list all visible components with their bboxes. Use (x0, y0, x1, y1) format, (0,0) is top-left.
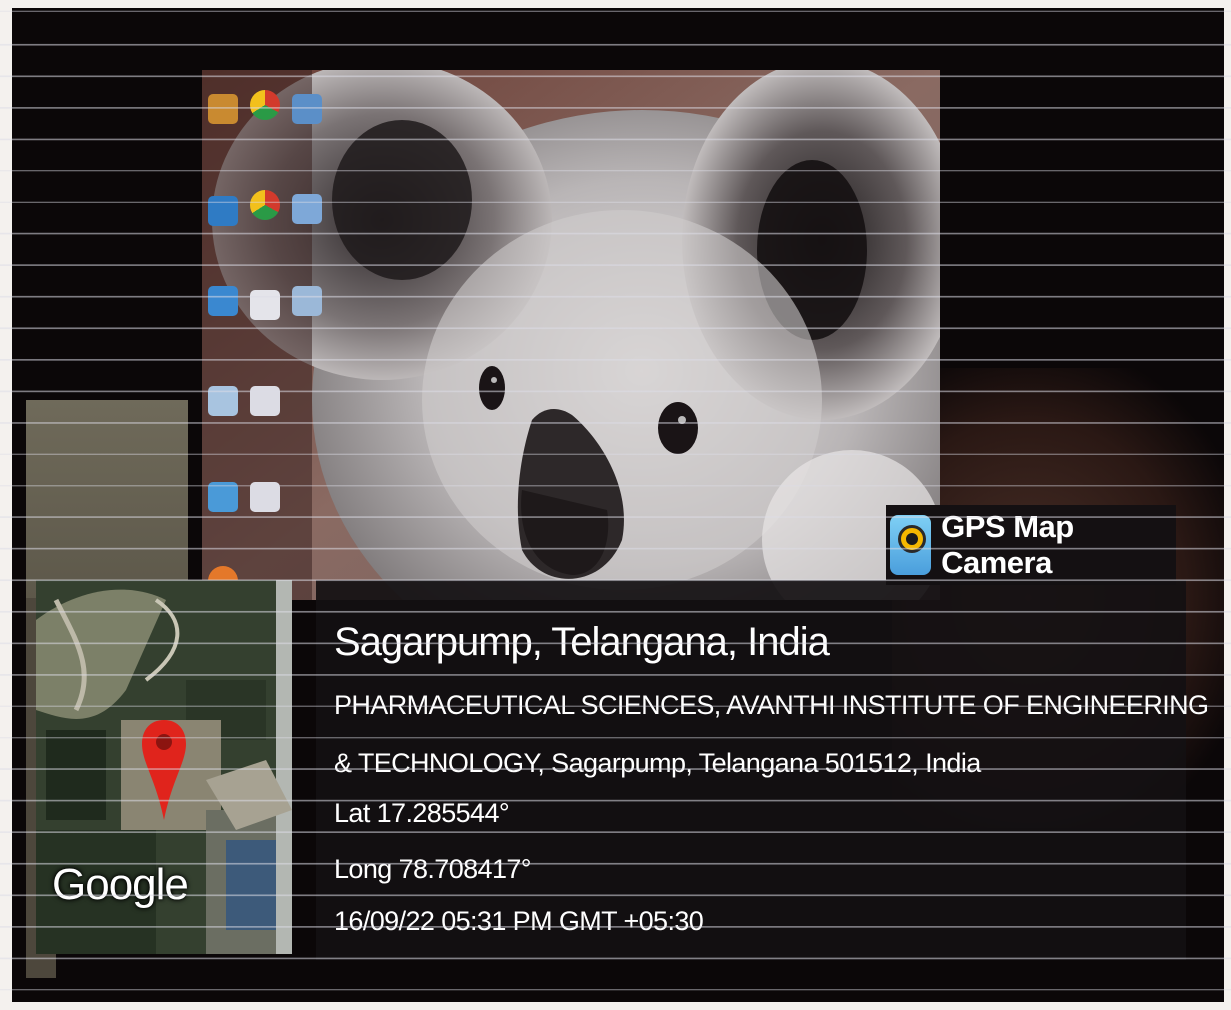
chrome-icon (250, 190, 280, 220)
desktop-icons-column (206, 86, 326, 596)
gps-map-camera-badge: GPS Map Camera (886, 505, 1176, 585)
latitude-label: Lat 17.285544° (334, 798, 510, 828)
monitor-screen-photo (202, 70, 940, 600)
folder-icon (208, 94, 238, 124)
app-name-label: GPS Map Camera (941, 509, 1074, 580)
satellite-map-thumbnail: Google (36, 580, 292, 954)
location-title: Sagarpump, Telangana, India (334, 620, 830, 664)
location-pin-icon (142, 720, 186, 820)
chrome-icon (250, 90, 280, 120)
shortcut-icon (292, 194, 322, 224)
control-panel-icon (208, 482, 238, 512)
network-icon (208, 286, 238, 316)
shortcut-icon (292, 286, 322, 316)
timestamp-label: 16/09/22 05:31 PM GMT +05:30 (334, 906, 704, 936)
longitude-label: Long 78.708417° (334, 854, 532, 884)
background-wall-patch (26, 400, 188, 600)
word-icon (250, 482, 280, 512)
gps-map-camera-app-icon (890, 515, 932, 575)
word-icon (250, 386, 280, 416)
address-line-1: PHARMACEUTICAL SCIENCES, AVANTHI INSTITU… (334, 690, 1209, 720)
google-logo-label: Google (52, 860, 189, 909)
location-info-panel: Sagarpump, Telangana, India PHARMACEUTIC… (316, 580, 1209, 960)
computer-icon (208, 196, 238, 226)
shortcut-icon (292, 94, 322, 124)
address-line-2: & TECHNOLOGY, Sagarpump, Telangana 50151… (334, 748, 981, 778)
recycle-bin-icon (208, 386, 238, 416)
word-icon (250, 290, 280, 320)
